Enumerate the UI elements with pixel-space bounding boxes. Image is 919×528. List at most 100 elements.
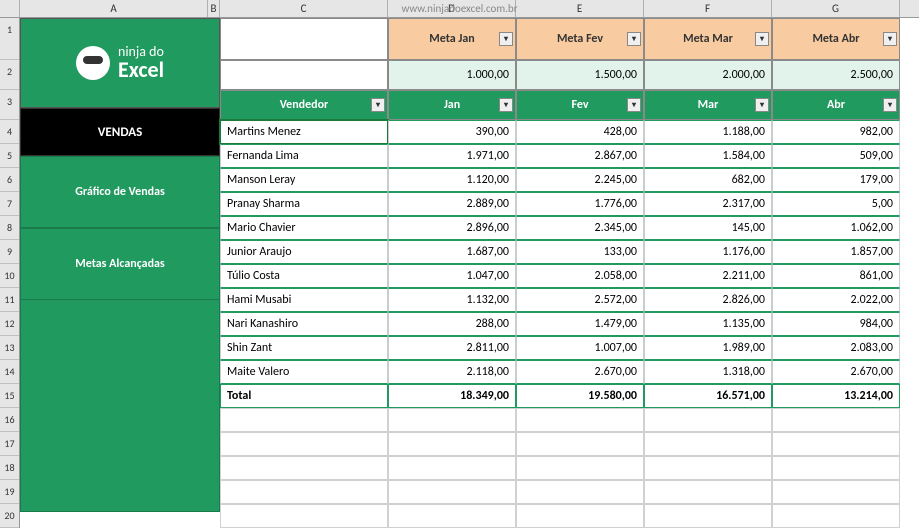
vendor-fev-cell[interactable]: 428,00 xyxy=(516,120,644,144)
vendor-jan-cell[interactable]: 390,00 xyxy=(388,120,516,144)
filter-icon[interactable]: ▾ xyxy=(499,32,513,46)
vendor-name-cell[interactable]: Manson Leray xyxy=(220,168,388,192)
empty-cell[interactable] xyxy=(516,408,644,432)
row-header-4[interactable]: 4 xyxy=(0,120,19,144)
vendor-abr-cell[interactable]: 861,00 xyxy=(772,264,900,288)
total-label[interactable]: Total xyxy=(220,384,388,408)
row-header-8[interactable]: 8 xyxy=(0,216,19,240)
vendor-fev-cell[interactable]: 1.479,00 xyxy=(516,312,644,336)
empty-cell[interactable] xyxy=(388,432,516,456)
empty-cell[interactable] xyxy=(220,432,388,456)
vendor-jan-cell[interactable]: 1.687,00 xyxy=(388,240,516,264)
empty-cell[interactable] xyxy=(516,456,644,480)
table-header-vendedor[interactable]: Vendedor▾ xyxy=(220,90,388,120)
row-header-2[interactable]: 2 xyxy=(0,60,19,90)
vendor-jan-cell[interactable]: 1.132,00 xyxy=(388,288,516,312)
vendor-name-cell[interactable]: Shin Zant xyxy=(220,336,388,360)
meta-header-abr[interactable]: Meta Abr▾ xyxy=(772,18,900,60)
nav-item-vendas[interactable]: VENDAS xyxy=(20,108,220,156)
filter-icon[interactable]: ▾ xyxy=(883,32,897,46)
vendor-name-cell[interactable]: Nari Kanashiro xyxy=(220,312,388,336)
vendor-name-cell[interactable]: Pranay Sharma xyxy=(220,192,388,216)
vendor-abr-cell[interactable]: 2.670,00 xyxy=(772,360,900,384)
vendor-name-cell[interactable]: Túlio Costa xyxy=(220,264,388,288)
vendor-mar-cell[interactable]: 2.211,00 xyxy=(644,264,772,288)
vendor-jan-cell[interactable]: 288,00 xyxy=(388,312,516,336)
meta-header-mar[interactable]: Meta Mar▾ xyxy=(644,18,772,60)
row-header-13[interactable]: 13 xyxy=(0,336,19,360)
filter-icon[interactable]: ▾ xyxy=(499,98,513,112)
vendor-abr-cell[interactable]: 1.062,00 xyxy=(772,216,900,240)
empty-cell[interactable] xyxy=(220,504,388,528)
empty-cell[interactable] xyxy=(220,456,388,480)
empty-cell[interactable] xyxy=(772,504,900,528)
vendor-mar-cell[interactable]: 1.188,00 xyxy=(644,120,772,144)
vendor-fev-cell[interactable]: 2.245,00 xyxy=(516,168,644,192)
filter-icon[interactable]: ▾ xyxy=(755,98,769,112)
row-header-3[interactable]: 3 xyxy=(0,90,19,120)
row-header-16[interactable]: 16 xyxy=(0,408,19,432)
empty-cell[interactable] xyxy=(388,456,516,480)
empty-cell[interactable] xyxy=(644,456,772,480)
row-header-17[interactable]: 17 xyxy=(0,432,19,456)
empty-cell[interactable] xyxy=(388,408,516,432)
vendor-name-cell[interactable]: Junior Araujo xyxy=(220,240,388,264)
row-header-20[interactable]: 20 xyxy=(0,504,19,528)
vendor-fev-cell[interactable]: 2.345,00 xyxy=(516,216,644,240)
vendor-name-cell[interactable]: Fernanda Lima xyxy=(220,144,388,168)
row-header-6[interactable]: 6 xyxy=(0,168,19,192)
row-header-15[interactable]: 15 xyxy=(0,384,19,408)
table-header-jan[interactable]: Jan▾ xyxy=(388,90,516,120)
total-fev[interactable]: 19.580,00 xyxy=(516,384,644,408)
cell-c1[interactable] xyxy=(220,18,388,60)
cell-c2[interactable] xyxy=(220,60,388,90)
vendor-mar-cell[interactable]: 145,00 xyxy=(644,216,772,240)
vendor-jan-cell[interactable]: 1.120,00 xyxy=(388,168,516,192)
vendor-name-cell[interactable]: Martins Menez xyxy=(220,120,388,144)
vendor-fev-cell[interactable]: 2.058,00 xyxy=(516,264,644,288)
vendor-mar-cell[interactable]: 1.318,00 xyxy=(644,360,772,384)
vendor-mar-cell[interactable]: 2.317,00 xyxy=(644,192,772,216)
filter-icon[interactable]: ▾ xyxy=(371,98,385,112)
table-header-mar[interactable]: Mar▾ xyxy=(644,90,772,120)
empty-cell[interactable] xyxy=(516,504,644,528)
vendor-jan-cell[interactable]: 1.971,00 xyxy=(388,144,516,168)
empty-cell[interactable] xyxy=(772,456,900,480)
vendor-abr-cell[interactable]: 984,00 xyxy=(772,312,900,336)
nav-item-metas[interactable]: Metas Alcançadas xyxy=(20,228,220,300)
meta-value-jan[interactable]: 1.000,00 xyxy=(388,60,516,90)
vendor-jan-cell[interactable]: 1.047,00 xyxy=(388,264,516,288)
empty-cell[interactable] xyxy=(772,432,900,456)
meta-header-jan[interactable]: Meta Jan▾ xyxy=(388,18,516,60)
vendor-mar-cell[interactable]: 1.584,00 xyxy=(644,144,772,168)
filter-icon[interactable]: ▾ xyxy=(755,32,769,46)
meta-value-mar[interactable]: 2.000,00 xyxy=(644,60,772,90)
vendor-abr-cell[interactable]: 179,00 xyxy=(772,168,900,192)
vendor-mar-cell[interactable]: 2.826,00 xyxy=(644,288,772,312)
row-header-1[interactable]: 1 xyxy=(0,18,19,60)
row-header-10[interactable]: 10 xyxy=(0,264,19,288)
vendor-jan-cell[interactable]: 2.811,00 xyxy=(388,336,516,360)
vendor-jan-cell[interactable]: 2.118,00 xyxy=(388,360,516,384)
meta-value-abr[interactable]: 2.500,00 xyxy=(772,60,900,90)
vendor-jan-cell[interactable]: 2.896,00 xyxy=(388,216,516,240)
filter-icon[interactable]: ▾ xyxy=(627,32,641,46)
meta-header-fev[interactable]: Meta Fev▾ xyxy=(516,18,644,60)
vendor-fev-cell[interactable]: 2.670,00 xyxy=(516,360,644,384)
vendor-fev-cell[interactable]: 1.007,00 xyxy=(516,336,644,360)
vendor-abr-cell[interactable]: 5,00 xyxy=(772,192,900,216)
row-header-7[interactable]: 7 xyxy=(0,192,19,216)
empty-cell[interactable] xyxy=(644,504,772,528)
vendor-abr-cell[interactable]: 1.857,00 xyxy=(772,240,900,264)
meta-value-fev[interactable]: 1.500,00 xyxy=(516,60,644,90)
table-header-abr[interactable]: Abr▾ xyxy=(772,90,900,120)
empty-cell[interactable] xyxy=(516,432,644,456)
empty-cell[interactable] xyxy=(388,480,516,504)
row-header-18[interactable]: 18 xyxy=(0,456,19,480)
row-header-14[interactable]: 14 xyxy=(0,360,19,384)
vendor-abr-cell[interactable]: 2.083,00 xyxy=(772,336,900,360)
vendor-name-cell[interactable]: Mario Chavier xyxy=(220,216,388,240)
vendor-abr-cell[interactable]: 982,00 xyxy=(772,120,900,144)
vendor-fev-cell[interactable]: 1.776,00 xyxy=(516,192,644,216)
vendor-mar-cell[interactable]: 682,00 xyxy=(644,168,772,192)
